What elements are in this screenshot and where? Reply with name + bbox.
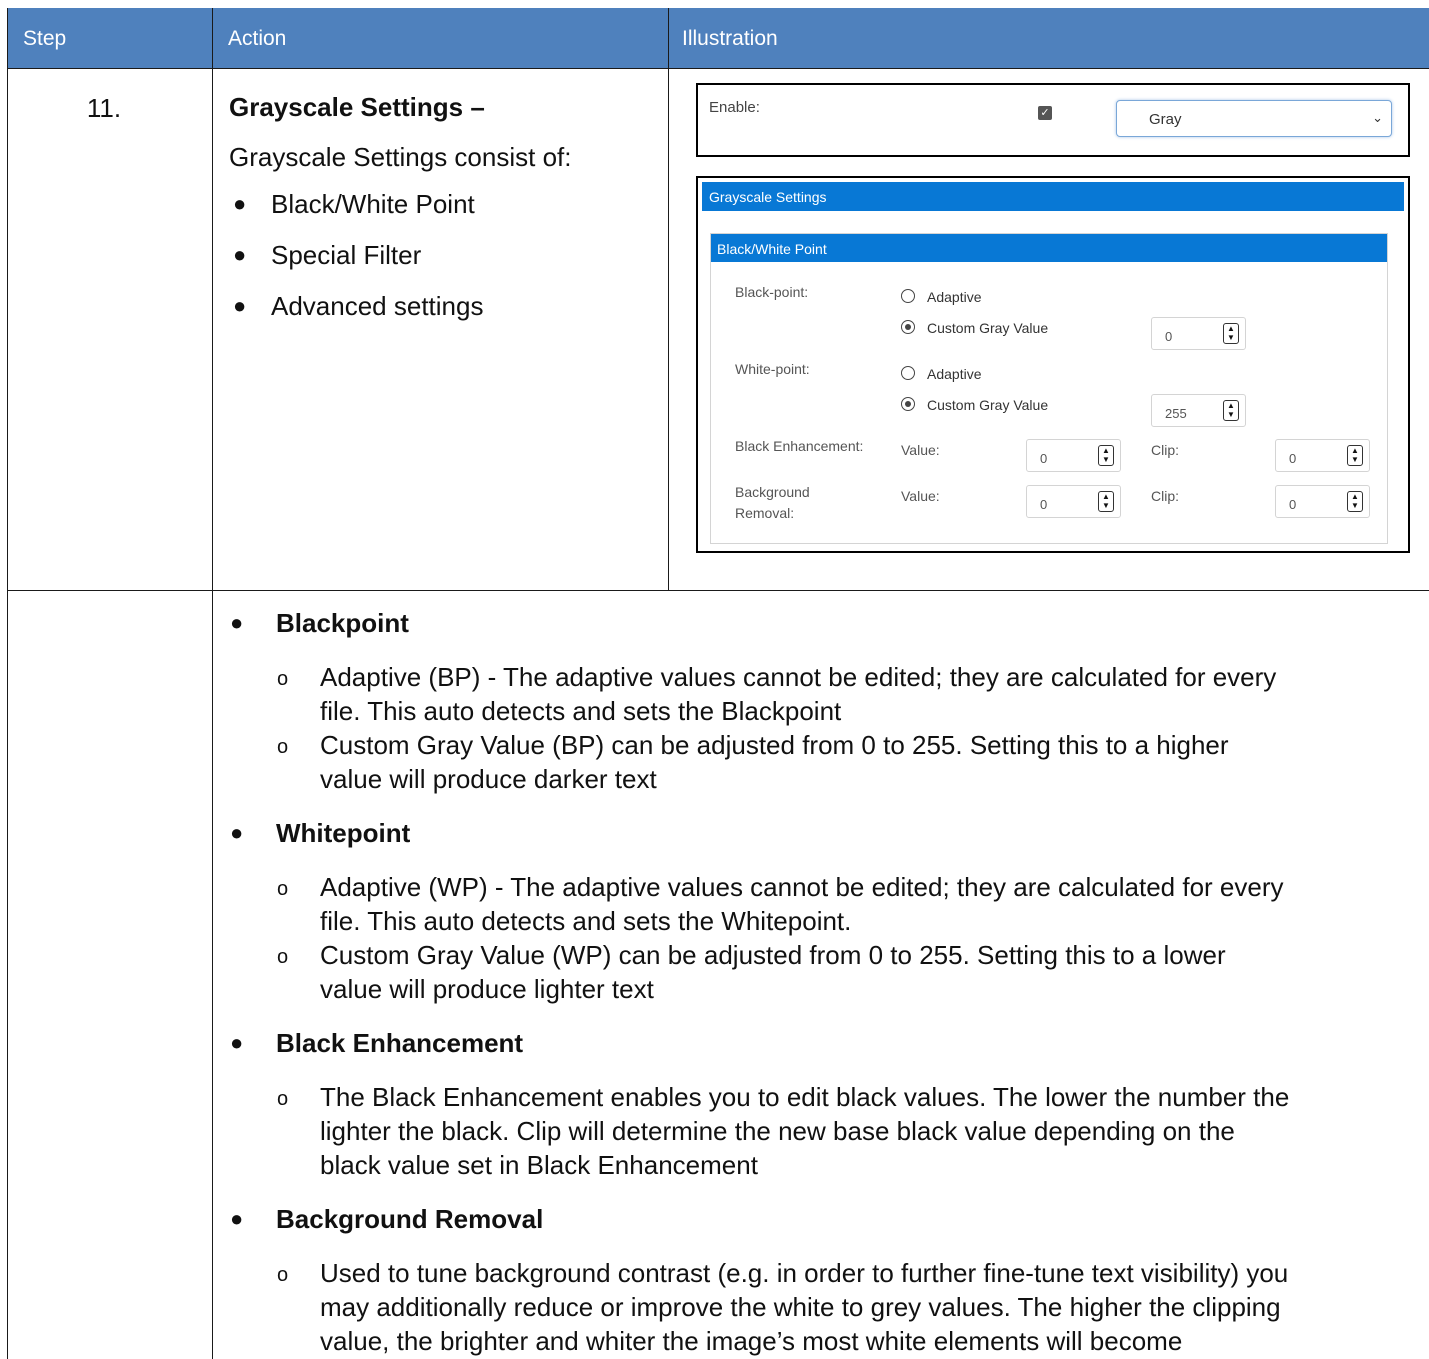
detail-item: o Used to tune background contrast (e.g. … [277, 1258, 1289, 1356]
detail-item: o The Black Enhancement enables you to ed… [277, 1082, 1290, 1180]
stepper-arrows-icon[interactable]: ▲ ▼ [1223, 323, 1239, 344]
white-point-label: White-point: [735, 361, 810, 377]
header-bottom-line [7, 68, 1429, 69]
enable-label: Enable: [709, 99, 760, 116]
circle-bullet-icon: o [277, 878, 289, 900]
white-point-custom-label: Custom Gray Value [927, 397, 1049, 413]
action-subtitle: Grayscale Settings consist of: [229, 142, 572, 172]
bullet-icon: ● [230, 1206, 244, 1231]
detail-title: ● Whitepoint [230, 818, 411, 848]
action-list: ● Black/White Point ● Special Filter ● Adva… [229, 189, 483, 342]
action-list-item: ● Special Filter [233, 240, 422, 270]
stepper-arrows-icon[interactable]: ▲ ▼ [1223, 400, 1239, 421]
black-point-label: Black-point: [735, 284, 809, 300]
bullet-icon: ● [233, 293, 247, 318]
detail-title: ● Background Removal [230, 1204, 544, 1234]
action-list-item: ● Advanced settings [233, 291, 484, 321]
circle-bullet-icon: o [277, 946, 289, 968]
black-enhancement-label: Black Enhancement: [735, 438, 864, 454]
background-removal-value-label: Value: [901, 488, 940, 504]
black-point-adaptive-label: Adaptive [927, 289, 982, 305]
header-action: Action [228, 27, 287, 50]
enable-screenshot: Enable: ✓ Gray ⌄ [696, 83, 1410, 157]
chevron-down-icon: ⌄ [1372, 110, 1383, 125]
detail-title: ● Black Enhancement [230, 1028, 524, 1058]
bullet-icon: ● [233, 242, 247, 267]
white-point-value-stepper[interactable]: 255 ▲ ▼ [1151, 394, 1246, 427]
black-enhancement-value-stepper[interactable]: 0 ▲ ▼ [1026, 439, 1121, 472]
background-removal-clip-stepper[interactable]: 0 ▲ ▼ [1275, 485, 1370, 518]
enable-checkbox[interactable]: ✓ [1038, 106, 1052, 120]
bullet-icon: ● [230, 820, 244, 845]
black-enhancement-clip-label: Clip: [1151, 442, 1180, 458]
white-point-custom-radio[interactable] [901, 397, 915, 411]
grayscale-settings-header: Grayscale Settings [702, 182, 1404, 211]
detail-whitepoint: ● Whitepoint o Adaptive (WP) - The adaptiv… [229, 818, 1419, 1006]
detail-blackpoint: ● Blackpoint o Adaptive (BP) - The adaptiv… [229, 608, 1419, 796]
detail-title: ● Blackpoint [230, 608, 409, 638]
detail-black-enhancement: ● Black Enhancement o The Black Enhancemen… [229, 1028, 1419, 1182]
header-illustration: Illustration [682, 27, 778, 50]
table-border-left [7, 8, 8, 1359]
grayscale-settings-screenshot: Grayscale Settings Black/White Point Bla… [696, 176, 1410, 553]
white-point-adaptive-label: Adaptive [927, 366, 982, 382]
stepper-arrows-icon[interactable]: ▲ ▼ [1098, 445, 1114, 466]
background-removal-label-line2: Removal: [735, 505, 795, 521]
circle-bullet-icon: o [277, 1264, 289, 1286]
black-enhancement-value-label: Value: [901, 442, 940, 458]
header-step: Step [23, 27, 67, 50]
black-point-custom-label: Custom Gray Value [927, 320, 1049, 336]
black-white-point-header: Black/White Point [711, 234, 1387, 262]
bullet-icon: ● [230, 1030, 244, 1055]
circle-bullet-icon: o [277, 1088, 289, 1110]
detail-item: o Custom Gray Value (BP) can be adjusted … [277, 730, 1229, 794]
bullet-icon: ● [233, 191, 247, 216]
action-list-item: ● Black/White Point [233, 189, 475, 219]
black-white-point-panel: Black/White Point Black-point: Adaptive … [710, 233, 1388, 544]
action-title: Grayscale Settings – [229, 92, 485, 122]
step-number: 11. [86, 93, 122, 123]
circle-bullet-icon: o [277, 736, 289, 758]
row-divider [7, 590, 1429, 591]
stepper-arrows-icon[interactable]: ▲ ▼ [1347, 491, 1363, 512]
black-point-value-stepper[interactable]: 0 ▲ ▼ [1151, 317, 1246, 350]
detail-item: o Adaptive (BP) - The adaptive values can… [277, 662, 1277, 726]
circle-bullet-icon: o [277, 668, 289, 690]
stepper-arrows-icon[interactable]: ▲ ▼ [1098, 491, 1114, 512]
color-mode-select[interactable]: Gray ⌄ [1116, 100, 1392, 137]
bullet-icon: ● [230, 610, 244, 635]
detail-item: o Custom Gray Value (WP) can be adjusted … [277, 940, 1226, 1004]
black-point-adaptive-radio[interactable] [901, 289, 915, 303]
details-section: ● Blackpoint o Adaptive (BP) - The adaptiv… [229, 608, 1419, 1358]
table-header: Step Action Illustration [7, 8, 1429, 68]
black-enhancement-clip-stepper[interactable]: 0 ▲ ▼ [1275, 439, 1370, 472]
background-removal-value-stepper[interactable]: 0 ▲ ▼ [1026, 485, 1121, 518]
black-point-custom-radio[interactable] [901, 320, 915, 334]
column-divider-step [212, 8, 213, 1359]
stepper-arrows-icon[interactable]: ▲ ▼ [1347, 445, 1363, 466]
detail-background-removal: ● Background Removal o Used to tune backgr… [229, 1204, 1419, 1358]
color-mode-value: Gray [1149, 111, 1182, 128]
background-removal-label: Background [735, 484, 810, 500]
column-divider-action [668, 8, 669, 590]
detail-item: o Adaptive (WP) - The adaptive values can… [277, 872, 1284, 936]
background-removal-clip-label: Clip: [1151, 488, 1180, 504]
white-point-adaptive-radio[interactable] [901, 366, 915, 380]
